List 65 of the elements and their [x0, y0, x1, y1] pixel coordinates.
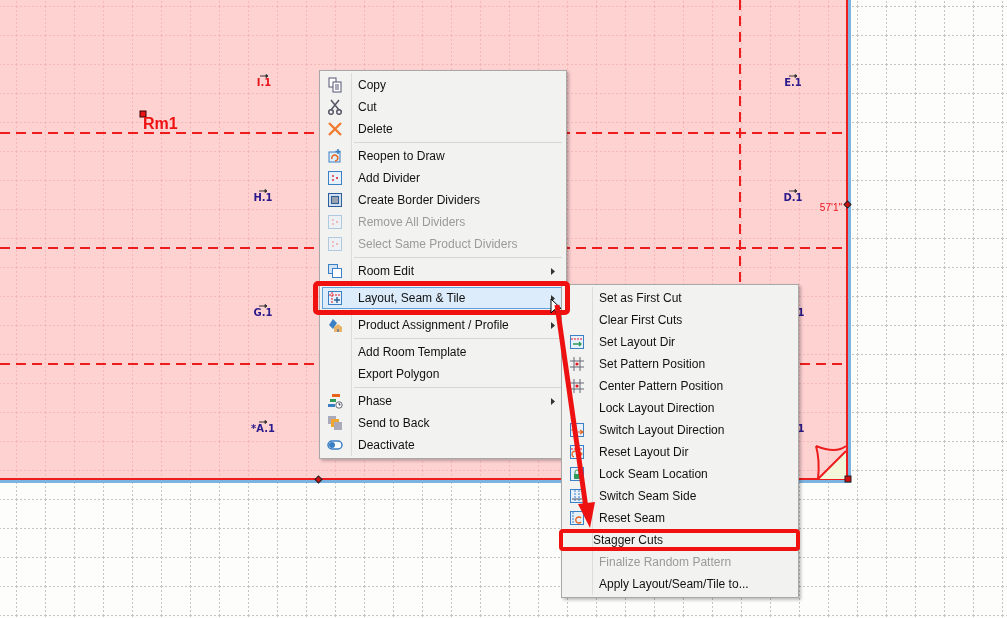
menu-item[interactable]: Delete [322, 118, 564, 140]
menu-item[interactable]: Export Polygon [322, 363, 564, 385]
corner-handle[interactable] [844, 475, 852, 483]
cut-label: D.1 [783, 192, 803, 203]
grid-dot-icon [569, 378, 585, 394]
vertex-handle[interactable] [314, 475, 323, 484]
arrow-icon [788, 189, 798, 193]
dotted-square-icon [327, 236, 343, 252]
arrow-icon [258, 304, 268, 308]
stacked-squares-icon [327, 415, 343, 431]
menu-item[interactable]: Switch Seam Side [564, 485, 796, 507]
menu-item[interactable]: Layout, Seam & Tile [322, 287, 564, 309]
toggle-icon [327, 437, 343, 453]
scissors-icon [327, 99, 343, 115]
cut-label: E.1 [784, 77, 802, 88]
menu-item[interactable]: Copy [322, 74, 564, 96]
menu-item[interactable]: Send to Back [322, 412, 564, 434]
arrow-icon [258, 189, 268, 193]
menu-item[interactable]: Reopen to Draw [322, 145, 564, 167]
menu-item[interactable]: Switch Layout Direction [564, 419, 796, 441]
cursor-icon [550, 298, 562, 316]
room-name: Rm1 [143, 115, 178, 132]
menu-item[interactable]: Stagger Cuts [559, 529, 800, 551]
cut-label: *A.1 [251, 423, 275, 434]
room-handle[interactable] [139, 110, 147, 118]
framed-square-icon [327, 192, 343, 208]
menu-item[interactable]: Cut [322, 96, 564, 118]
submenu-arrow-icon [551, 322, 555, 329]
menu-item[interactable]: Reset Seam [564, 507, 796, 529]
seam-reset-icon [569, 510, 585, 526]
cut-label: G.1 [253, 307, 273, 318]
menu-item[interactable]: Add Divider [322, 167, 564, 189]
menu-item[interactable]: Deactivate [322, 434, 564, 456]
menu-item[interactable]: Room Edit [322, 260, 564, 282]
cut-label: I.1 [256, 77, 272, 88]
arrow-icon [258, 420, 268, 424]
vertex-handle[interactable] [843, 200, 852, 209]
menu-item[interactable]: Apply Layout/Seam/Tile to... [564, 573, 796, 595]
menu-item[interactable]: Lock Layout Direction [564, 397, 796, 419]
delete-icon [327, 121, 343, 137]
menu-item[interactable]: Phase [322, 390, 564, 412]
arrow-icon [788, 74, 798, 78]
cut-label: 1 [797, 307, 805, 318]
bars-clock-icon [327, 393, 343, 409]
dotted-square-icon [327, 170, 343, 186]
cut-label: H.1 [253, 192, 273, 203]
menu-item[interactable]: Clear First Cuts [564, 309, 796, 331]
arrow-icon [259, 74, 269, 78]
cut-label: 1 [797, 423, 805, 434]
grid-dot-icon [569, 356, 585, 372]
pages-icon [327, 77, 343, 93]
menu-item[interactable]: Center Pattern Position [564, 375, 796, 397]
menu-item[interactable]: Create Border Dividers [322, 189, 564, 211]
menu-item[interactable]: Add Room Template [322, 341, 564, 363]
submenu-arrow-icon [551, 398, 555, 405]
overlapping-squares-icon [327, 263, 343, 279]
menu-item[interactable]: Reset Layout Dir [564, 441, 796, 463]
grid-plus-icon [327, 290, 343, 306]
corner-arc-drawing [815, 445, 847, 480]
menu-item[interactable]: Lock Seam Location [564, 463, 796, 485]
dimension-label: 57'1" [819, 202, 842, 213]
tag-house-icon [327, 317, 343, 333]
dotted-square-icon [327, 214, 343, 230]
menu-item[interactable]: Set Layout Dir [564, 331, 796, 353]
submenu-arrow-icon [551, 268, 555, 275]
